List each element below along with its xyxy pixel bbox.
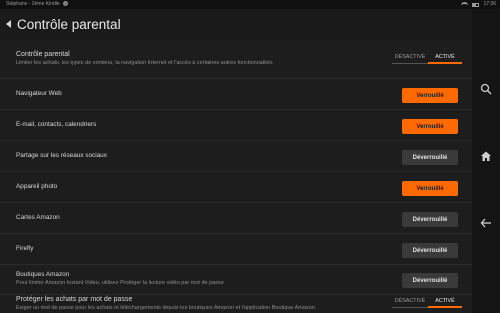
- page-header: Contrôle parental: [0, 9, 472, 39]
- row-description: Pour limiter Amazon Instant Video, utili…: [16, 280, 224, 286]
- list-item: Boutiques Amazon Pour limiter Amazon Ins…: [0, 265, 472, 295]
- parental-control-toggle[interactable]: DÉSACTIVÉ ACTIVÉ: [392, 53, 462, 64]
- system-nav-bar: [472, 9, 500, 313]
- purchase-password-row: Protéger les achats par mot de passe Exi…: [0, 295, 472, 313]
- back-caret-icon[interactable]: [6, 20, 11, 28]
- row-label: Boutiques Amazon: [16, 271, 70, 278]
- lock-toggle-button[interactable]: Verrouillé: [402, 119, 458, 134]
- row-label: Partage sur les réseaux sociaux: [16, 152, 107, 159]
- toggle-on-option[interactable]: ACTIVÉ: [428, 297, 462, 308]
- lock-toggle-button[interactable]: Déverrouillé: [402, 150, 458, 165]
- parental-control-row: Contrôle parental Limiter les achats, le…: [0, 47, 472, 79]
- nav-search-button[interactable]: [472, 77, 500, 101]
- list-item: Appareil photo Verrouillé: [0, 172, 472, 203]
- row-label: Contrôle parental: [16, 51, 70, 58]
- device-name: Stéphane - 2ème Kindle: [6, 1, 60, 7]
- list-item: Cartes Amazon Déverrouillé: [0, 203, 472, 234]
- row-label: Navigateur Web: [16, 90, 62, 97]
- row-label: Protéger les achats par mot de passe: [16, 296, 133, 303]
- toggle-off-option[interactable]: DÉSACTIVÉ: [392, 297, 428, 308]
- toggle-off-option[interactable]: DÉSACTIVÉ: [392, 53, 428, 64]
- row-label: Appareil photo: [16, 183, 58, 190]
- nav-back-button[interactable]: [472, 211, 500, 235]
- row-description: Limiter les achats, les types de contenu…: [16, 60, 273, 66]
- list-item: Firefly Déverrouillé: [0, 234, 472, 265]
- status-time: 17:36: [483, 1, 496, 7]
- row-description: Exiger un mot de passe pour les achats e…: [16, 305, 315, 311]
- wifi-icon: [461, 2, 469, 7]
- row-label: E-mail, contacts, calendriers: [16, 121, 97, 128]
- lock-toggle-button[interactable]: Verrouillé: [402, 88, 458, 103]
- info-icon: i: [62, 1, 68, 7]
- lock-toggle-button[interactable]: Verrouillé: [402, 181, 458, 196]
- battery-icon: [472, 2, 480, 7]
- list-item: Navigateur Web Verrouillé: [0, 79, 472, 110]
- purchase-password-toggle[interactable]: DÉSACTIVÉ ACTIVÉ: [392, 297, 462, 308]
- list-item: Partage sur les réseaux sociaux Déverrou…: [0, 141, 472, 172]
- lock-toggle-button[interactable]: Déverrouillé: [402, 243, 458, 258]
- lock-toggle-button[interactable]: Déverrouillé: [402, 212, 458, 227]
- row-label: Firefly: [16, 245, 34, 252]
- back-arrow-icon: [480, 218, 491, 228]
- page-title: Contrôle parental: [17, 16, 121, 32]
- home-icon: [481, 151, 491, 161]
- settings-panel: Contrôle parental Contrôle parental Limi…: [0, 9, 472, 313]
- list-item: E-mail, contacts, calendriers Verrouillé: [0, 110, 472, 141]
- nav-home-button[interactable]: [472, 144, 500, 168]
- search-icon: [480, 83, 492, 95]
- status-bar: Stéphane - 2ème Kindle i 17:36: [0, 0, 500, 9]
- row-label: Cartes Amazon: [16, 214, 60, 221]
- toggle-on-option[interactable]: ACTIVÉ: [428, 53, 462, 64]
- lock-toggle-button[interactable]: Déverrouillé: [402, 273, 458, 288]
